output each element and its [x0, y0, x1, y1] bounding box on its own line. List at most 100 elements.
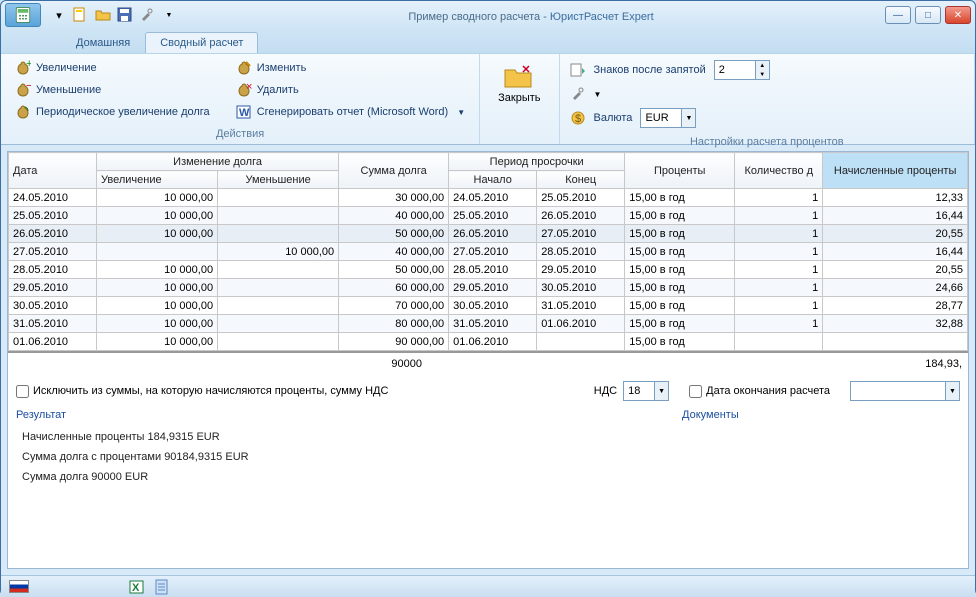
cell: 27.05.2010 — [9, 243, 97, 261]
documents-link[interactable]: Документы — [674, 407, 747, 423]
table-row[interactable]: 30.05.201010 000,0070 000,0030.05.201031… — [9, 297, 968, 315]
report-label: Сгенерировать отчет (Microsoft Word) — [257, 106, 449, 118]
maximize-button[interactable]: □ — [915, 6, 941, 24]
decrease-label: Уменьшение — [36, 84, 101, 96]
col-count[interactable]: Количество д — [735, 153, 823, 189]
cell: 29.05.2010 — [537, 261, 625, 279]
cell: 40 000,00 — [339, 207, 449, 225]
moneybag-edit-icon — [236, 60, 252, 76]
col-period[interactable]: Период просрочки — [449, 153, 625, 171]
col-sum[interactable]: Сумма долга — [339, 153, 449, 189]
window-title: Пример сводного расчета - ЮристРасчет Ex… — [177, 7, 885, 23]
tools-small-icon[interactable] — [570, 86, 586, 102]
cell: 20,55 — [823, 225, 968, 243]
cell: 40 000,00 — [339, 243, 449, 261]
calculator-icon — [14, 6, 32, 24]
vat-combo[interactable]: 18▼ — [623, 381, 669, 401]
cell: 25.05.2010 — [449, 207, 537, 225]
new-icon[interactable] — [73, 7, 89, 23]
result-link[interactable]: Результат — [8, 407, 74, 423]
cell: 10 000,00 — [97, 207, 218, 225]
cell: 90 000,00 — [339, 333, 449, 351]
spin-down-icon[interactable]: ▼ — [755, 70, 769, 79]
report-button[interactable]: WСгенерировать отчет (Microsoft Word)▼ — [232, 102, 469, 122]
periodic-label: Периодическое увеличение долга — [36, 106, 210, 118]
cell: 1 — [735, 297, 823, 315]
cell: 20,55 — [823, 261, 968, 279]
col-date[interactable]: Дата — [9, 153, 97, 189]
cell: 28.05.2010 — [9, 261, 97, 279]
table-row[interactable]: 26.05.201010 000,0050 000,0026.05.201027… — [9, 225, 968, 243]
dropdown-icon: ▼ — [945, 382, 959, 400]
cell: 1 — [735, 279, 823, 297]
close-tab-button[interactable]: Закрыть — [490, 58, 548, 108]
result-line-1: Начисленные проценты 184,9315 EUR — [22, 431, 954, 443]
result-line-3: Сумма долга 90000 EUR — [22, 471, 954, 483]
periodic-button[interactable]: Периодическое увеличение долга — [11, 102, 214, 122]
increase-button[interactable]: +Увеличение — [11, 58, 214, 78]
cell: 10 000,00 — [97, 225, 218, 243]
table-row[interactable]: 01.06.201010 000,0090 000,0001.06.201015… — [9, 333, 968, 351]
end-date-checkbox[interactable]: Дата окончания расчета — [689, 385, 830, 398]
vat-label: НДС — [594, 385, 617, 397]
edit-button[interactable]: Изменить — [232, 58, 469, 78]
cell: 1 — [735, 207, 823, 225]
cell: 15,00 в год — [625, 243, 735, 261]
minimize-button[interactable]: — — [885, 6, 911, 24]
edit-label: Изменить — [257, 62, 307, 74]
table-row[interactable]: 28.05.201010 000,0050 000,0028.05.201029… — [9, 261, 968, 279]
col-end[interactable]: Конец — [537, 171, 625, 189]
language-flag-icon[interactable] — [9, 580, 29, 593]
cell: 1 — [735, 189, 823, 207]
cell — [218, 315, 339, 333]
delete-button[interactable]: ×Удалить — [232, 80, 469, 100]
currency-icon[interactable]: $ — [570, 110, 586, 126]
tools-icon[interactable] — [139, 7, 155, 23]
col-dec[interactable]: Уменьшение — [218, 171, 339, 189]
tab-summary[interactable]: Сводный расчет — [145, 32, 258, 53]
table-row[interactable]: 27.05.201010 000,0040 000,0027.05.201028… — [9, 243, 968, 261]
cell: 10 000,00 — [97, 315, 218, 333]
table-row[interactable]: 24.05.201010 000,0030 000,0024.05.201025… — [9, 189, 968, 207]
col-inc[interactable]: Увеличение — [97, 171, 218, 189]
table-row[interactable]: 25.05.201010 000,0040 000,0025.05.201026… — [9, 207, 968, 225]
currency-combo[interactable]: EUR▼ — [640, 108, 696, 128]
vat-value: 18 — [628, 385, 640, 397]
col-start[interactable]: Начало — [449, 171, 537, 189]
spin-up-icon[interactable]: ▲ — [755, 61, 769, 70]
close-button[interactable]: ✕ — [945, 6, 971, 24]
window-buttons: — □ ✕ — [885, 6, 971, 24]
exclude-vat-checkbox[interactable]: Исключить из суммы, на которую начисляют… — [16, 385, 388, 398]
end-date-label: Дата окончания расчета — [706, 385, 830, 397]
cell — [218, 279, 339, 297]
data-grid[interactable]: Дата Изменение долга Сумма долга Период … — [8, 152, 968, 351]
table-row[interactable]: 29.05.201010 000,0060 000,0029.05.201030… — [9, 279, 968, 297]
col-change[interactable]: Изменение долга — [97, 153, 339, 171]
save-icon[interactable] — [117, 7, 133, 23]
qat-dropdown[interactable]: ▾ — [51, 7, 67, 23]
excel-icon[interactable]: X — [129, 579, 145, 595]
col-accrued[interactable]: Начисленные проценты — [823, 153, 968, 189]
cell: 26.05.2010 — [9, 225, 97, 243]
col-percent[interactable]: Проценты — [625, 153, 735, 189]
decrease-button[interactable]: −Уменьшение — [11, 80, 214, 100]
result-line-2: Сумма долга с процентами 90184,9315 EUR — [22, 451, 954, 463]
cell: 31.05.2010 — [9, 315, 97, 333]
results-panel: Начисленные проценты 184,9315 EUR Сумма … — [8, 423, 968, 491]
moneybag-delete-icon: × — [236, 82, 252, 98]
cell: 25.05.2010 — [9, 207, 97, 225]
cell: 26.05.2010 — [537, 207, 625, 225]
cell: 1 — [735, 261, 823, 279]
tab-home[interactable]: Домашняя — [61, 32, 145, 53]
properties-icon[interactable] — [570, 62, 586, 78]
open-icon[interactable] — [95, 7, 111, 23]
cell: 31.05.2010 — [449, 315, 537, 333]
app-menu-button[interactable] — [5, 3, 41, 27]
table-row[interactable]: 31.05.201010 000,0080 000,0031.05.201001… — [9, 315, 968, 333]
decimals-input[interactable]: 2▲▼ — [714, 60, 770, 80]
end-date-combo[interactable]: ▼ — [850, 381, 960, 401]
doc-icon[interactable] — [155, 579, 169, 595]
cell: 80 000,00 — [339, 315, 449, 333]
qat-dropdown2[interactable]: ▼ — [161, 7, 177, 23]
cell: 28.05.2010 — [537, 243, 625, 261]
